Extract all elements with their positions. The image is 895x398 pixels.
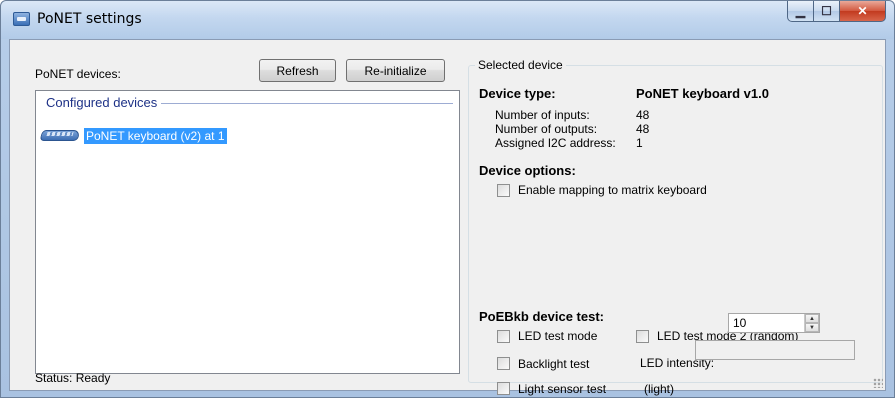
- enable-mapping-checkbox[interactable]: [497, 184, 510, 197]
- app-icon[interactable]: [13, 12, 30, 26]
- minimize-icon: ▁: [795, 4, 806, 18]
- outputs-value: 48: [636, 122, 650, 136]
- close-button[interactable]: ✕: [840, 1, 886, 22]
- i2c-value: 1: [636, 136, 643, 150]
- spinner-arrows[interactable]: ▲ ▼: [804, 314, 819, 332]
- led-intensity-value[interactable]: 10: [733, 316, 746, 330]
- device-options-header: Device options:: [479, 163, 576, 178]
- light-value-field: [695, 340, 855, 360]
- list-item[interactable]: PoNET keyboard (v2) at 1: [39, 127, 227, 145]
- spinner-down-icon[interactable]: ▼: [805, 323, 819, 332]
- devices-list[interactable]: Configured devices PoNET keyboard (v2) a…: [35, 90, 460, 374]
- selected-device-title: Selected device: [475, 58, 566, 72]
- devices-label: PoNET devices:: [35, 67, 121, 81]
- list-item-label: PoNET keyboard (v2) at 1: [84, 128, 227, 144]
- spinner-up-icon[interactable]: ▲: [805, 314, 819, 323]
- i2c-label: Assigned I2C address:: [495, 136, 616, 150]
- group-header-label: Configured devices: [46, 95, 162, 110]
- window-title: PoNET settings: [37, 11, 142, 27]
- enable-mapping-label[interactable]: Enable mapping to matrix keyboard: [518, 183, 707, 197]
- inputs-value: 48: [636, 108, 650, 122]
- maximize-button[interactable]: ☐: [814, 1, 840, 22]
- led-intensity-spinner[interactable]: 10 ▲ ▼: [728, 313, 820, 333]
- configured-devices-group: Configured devices: [46, 95, 453, 111]
- caption-buttons: ▁ ☐ ✕: [787, 1, 886, 23]
- inputs-label: Number of inputs:: [495, 108, 590, 122]
- settings-window: PoNET settings ▁ ☐ ✕ PoNET devices: Refr…: [0, 0, 895, 398]
- backlight-test-label[interactable]: Backlight test: [518, 357, 589, 371]
- device-type-label: Device type:: [479, 86, 556, 101]
- maximize-icon: ☐: [821, 4, 832, 18]
- refresh-button[interactable]: Refresh: [259, 59, 336, 82]
- close-icon: ✕: [857, 4, 868, 18]
- status-text: Status: Ready: [35, 371, 111, 385]
- device-test-header: PoEBkb device test:: [479, 309, 604, 324]
- light-label: (light): [644, 382, 675, 396]
- backlight-test-checkbox[interactable]: [497, 357, 510, 370]
- resize-grip[interactable]: [873, 378, 883, 388]
- light-sensor-test-label[interactable]: Light sensor test: [518, 382, 606, 396]
- title-bar[interactable]: PoNET settings ▁ ☐ ✕: [1, 1, 894, 39]
- selected-device-group: Selected device Device type: PoNET keybo…: [468, 58, 883, 396]
- reinitialize-button[interactable]: Re-initialize: [346, 59, 445, 82]
- minimize-button[interactable]: ▁: [787, 1, 814, 22]
- keyboard-icon: [39, 128, 81, 144]
- outputs-label: Number of outputs:: [495, 122, 598, 136]
- led-test-mode-2-checkbox[interactable]: [636, 330, 649, 343]
- led-test-mode-label[interactable]: LED test mode: [518, 329, 597, 343]
- device-type-value: PoNET keyboard v1.0: [636, 86, 769, 101]
- led-test-mode-checkbox[interactable]: [497, 330, 510, 343]
- client-area: PoNET devices: Refresh Re-initialize Con…: [9, 39, 886, 396]
- light-sensor-test-checkbox[interactable]: [497, 382, 510, 395]
